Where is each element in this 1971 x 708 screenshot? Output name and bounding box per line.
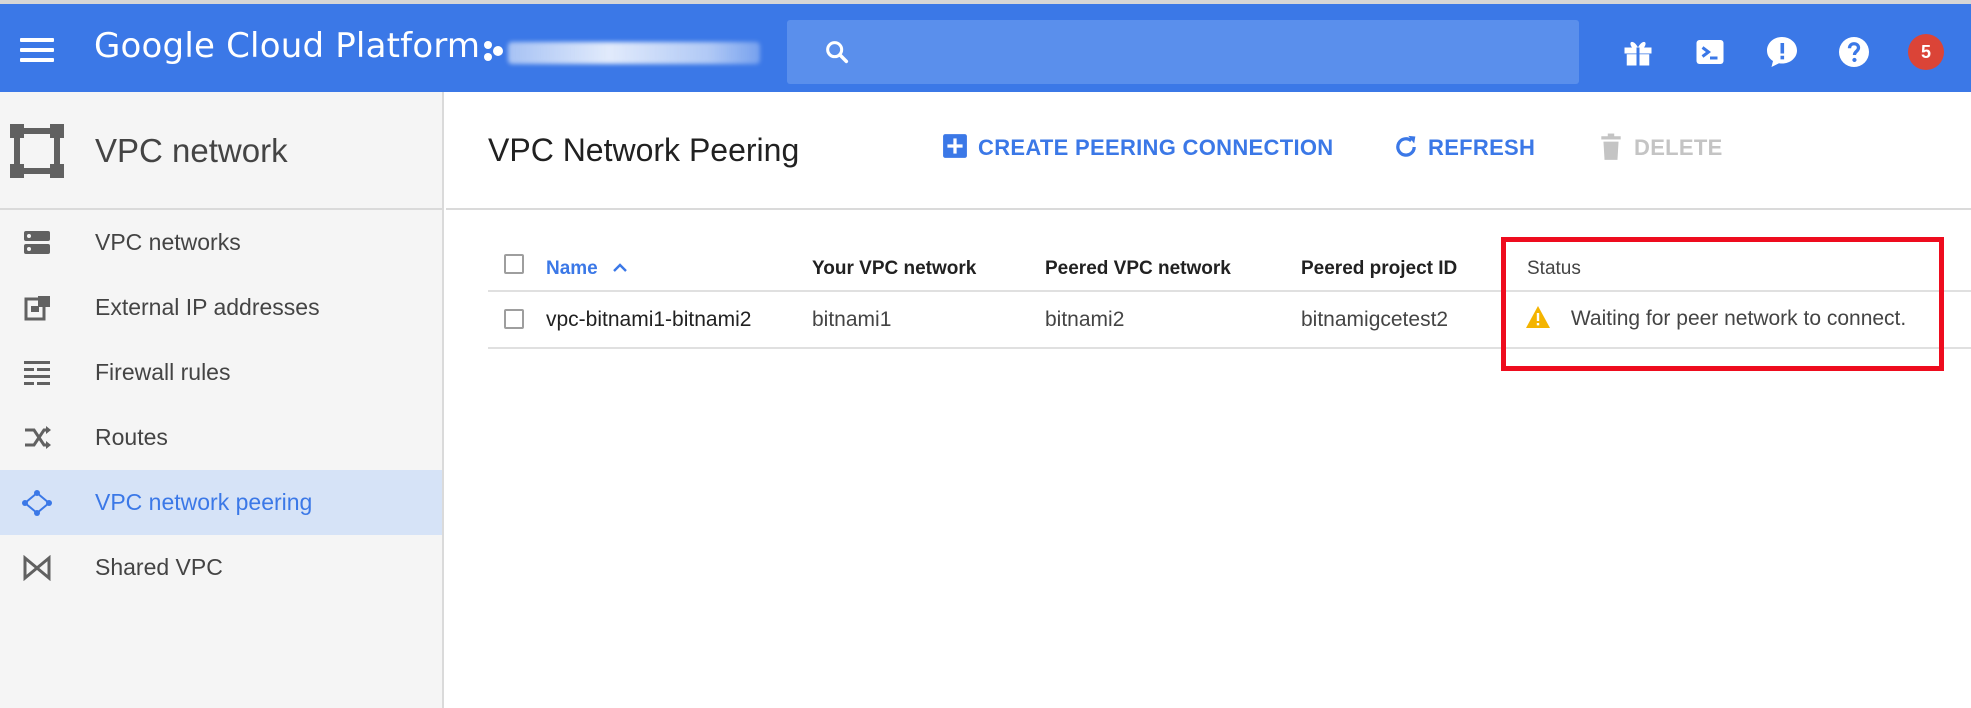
- sidebar-item-routes[interactable]: Routes: [0, 405, 442, 470]
- row-checkbox[interactable]: [504, 309, 524, 329]
- sidebar-header: VPC network: [0, 92, 442, 210]
- project-name-redacted[interactable]: [508, 42, 760, 64]
- sidebar-item-label: External IP addresses: [95, 294, 320, 320]
- gift-icon[interactable]: [1620, 34, 1656, 70]
- row-peered-vpc: bitnami2: [1045, 308, 1125, 331]
- sidebar-item-label: Routes: [95, 424, 168, 450]
- brand-title[interactable]: Google Cloud Platform: [94, 26, 480, 66]
- sidebar-item-firewall-rules[interactable]: Firewall rules: [0, 340, 442, 405]
- shared-vpc-icon: [23, 555, 51, 581]
- search-input[interactable]: [867, 30, 1557, 74]
- firewall-icon: [24, 361, 50, 385]
- project-selector-icon[interactable]: [480, 40, 506, 64]
- delete-label: DELETE: [1634, 135, 1723, 160]
- sidebar-item-label: Firewall rules: [95, 359, 231, 385]
- feedback-icon[interactable]: [1764, 34, 1800, 70]
- row-your-vpc: bitnami1: [812, 308, 892, 331]
- status-highlight-annotation: [1501, 237, 1944, 371]
- refresh-icon: [1396, 135, 1416, 157]
- page-header: VPC Network Peering CREATE PEERING CONNE…: [446, 92, 1971, 210]
- search-bar[interactable]: [787, 20, 1579, 84]
- vpc-network-logo-icon: [10, 124, 64, 178]
- sidebar-title: VPC network: [95, 132, 288, 169]
- column-header-peered-vpc[interactable]: Peered VPC network: [1045, 258, 1231, 280]
- sidebar-item-label: Shared VPC: [95, 554, 223, 580]
- select-all-checkbox[interactable]: [504, 254, 524, 274]
- top-app-bar: Google Cloud Platform 5: [0, 0, 1971, 92]
- sidebar-nav: VPC networks External IP addresses Firew…: [0, 210, 442, 600]
- column-header-peered-project[interactable]: Peered project ID: [1301, 258, 1457, 280]
- cloud-shell-icon[interactable]: [1692, 34, 1728, 70]
- create-peering-connection-label: CREATE PEERING CONNECTION: [978, 135, 1334, 160]
- column-header-your-vpc[interactable]: Your VPC network: [812, 258, 976, 280]
- sidebar-item-label: VPC networks: [95, 229, 241, 255]
- row-peered-project: bitnamigcetest2: [1301, 308, 1449, 331]
- sidebar-item-vpc-network-peering[interactable]: VPC network peering: [0, 470, 442, 535]
- sidebar-item-shared-vpc[interactable]: Shared VPC: [0, 535, 442, 600]
- menu-icon[interactable]: [20, 38, 54, 62]
- add-box-icon: [943, 134, 967, 158]
- sort-ascending-icon: [613, 263, 627, 272]
- row-name[interactable]: vpc-bitnami1-bitnami2: [546, 308, 751, 332]
- sidebar-item-external-ip[interactable]: External IP addresses: [0, 275, 442, 340]
- sidebar-item-label: VPC network peering: [95, 489, 313, 515]
- peering-icon: [22, 490, 52, 516]
- vpc-networks-icon: [24, 231, 50, 254]
- notifications-badge[interactable]: 5: [1908, 34, 1944, 70]
- routes-icon: [25, 426, 51, 449]
- external-ip-icon: [24, 296, 50, 321]
- sidebar: VPC network VPC networks External IP add…: [0, 92, 444, 708]
- column-header-name-label: Name: [546, 258, 598, 279]
- search-icon: [826, 41, 849, 64]
- column-header-name[interactable]: Name: [546, 258, 629, 280]
- page-title: VPC Network Peering: [488, 132, 800, 168]
- help-icon[interactable]: [1836, 34, 1872, 70]
- refresh-label: REFRESH: [1428, 135, 1536, 160]
- sidebar-item-vpc-networks[interactable]: VPC networks: [0, 210, 442, 275]
- trash-icon: [1601, 133, 1621, 160]
